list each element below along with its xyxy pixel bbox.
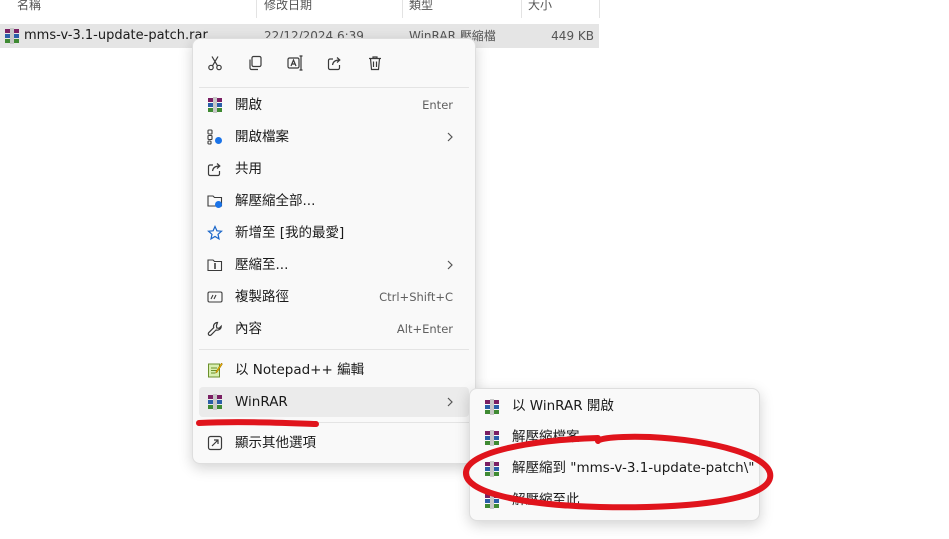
menu-item-label: WinRAR <box>235 394 288 410</box>
column-header-modified[interactable]: 修改日期 <box>264 0 312 16</box>
winrar-icon <box>484 493 500 509</box>
menu-item-copy-path[interactable]: 複製路徑 Ctrl+Shift+C <box>199 282 469 312</box>
column-header-type[interactable]: 類型 <box>409 0 433 16</box>
open-with-icon <box>207 129 222 145</box>
submenu-item-extract-to-folder[interactable]: 解壓縮到 "mms-v-3.1-update-patch\" <box>476 453 755 484</box>
chevron-right-icon <box>447 397 453 407</box>
context-menu: 開啟 Enter 開啟檔案 共用 解壓縮全部... 新增至 [我的最愛] 壓縮至… <box>192 38 476 464</box>
submenu-item-open-with-winrar[interactable]: 以 WinRAR 開啟 <box>476 391 753 422</box>
cut-button[interactable] <box>203 51 227 75</box>
menu-item-share[interactable]: 共用 <box>199 154 469 184</box>
menu-item-compress-to[interactable]: 壓縮至... <box>199 250 469 280</box>
menu-item-label: 開啟 <box>235 97 262 113</box>
notepadpp-icon <box>208 362 223 378</box>
column-header-name[interactable]: 名稱 <box>17 0 41 16</box>
column-divider[interactable] <box>402 0 403 18</box>
column-header-bar: 名稱 修改日期 類型 大小 <box>0 0 600 18</box>
winrar-icon <box>207 97 223 113</box>
menu-item-label: 開啟檔案 <box>235 129 289 145</box>
delete-button[interactable] <box>363 51 387 75</box>
cut-icon <box>208 56 222 71</box>
menu-item-label: 內容 <box>235 321 262 337</box>
menu-item-shortcut: Ctrl+Shift+C <box>379 290 453 304</box>
menu-item-label: 顯示其他選項 <box>235 435 316 451</box>
menu-item-label: 以 Notepad++ 編輯 <box>235 362 365 378</box>
menu-item-label: 新增至 [我的最愛] <box>235 225 345 241</box>
copy-button[interactable] <box>243 51 267 75</box>
winrar-icon <box>484 461 500 477</box>
menu-item-winrar[interactable]: WinRAR <box>199 387 469 417</box>
winrar-icon <box>207 394 223 410</box>
menu-item-shortcut: Alt+Enter <box>396 322 453 336</box>
menu-item-label: 解壓縮全部... <box>235 193 316 209</box>
menu-item-add-favorites[interactable]: 新增至 [我的最愛] <box>199 218 469 248</box>
menu-item-label: 壓縮至... <box>235 257 289 273</box>
file-name: mms-v-3.1-update-patch.rar <box>24 28 208 43</box>
menu-item-open[interactable]: 開啟 Enter <box>199 90 469 120</box>
menu-item-open-with[interactable]: 開啟檔案 <box>199 122 469 152</box>
menu-item-show-more-options[interactable]: 顯示其他選項 <box>199 428 469 458</box>
column-header-size[interactable]: 大小 <box>528 0 552 16</box>
submenu-item-label: 以 WinRAR 開啟 <box>512 398 614 414</box>
menu-item-extract-all[interactable]: 解壓縮全部... <box>199 186 469 216</box>
rename-button[interactable] <box>283 51 307 75</box>
copy-icon <box>249 55 262 71</box>
menu-item-label: 複製路徑 <box>235 289 289 305</box>
star-icon <box>207 225 223 241</box>
submenu-item-extract-here[interactable]: 解壓縮至此 <box>476 485 753 516</box>
winrar-icon <box>484 399 500 415</box>
submenu-item-label: 解壓縮到 "mms-v-3.1-update-patch\" <box>512 460 755 476</box>
menu-item-shortcut: Enter <box>422 98 453 112</box>
column-divider[interactable] <box>599 0 600 18</box>
submenu-item-label: 解壓縮檔案... <box>512 429 593 445</box>
winrar-file-icon <box>4 28 20 44</box>
winrar-submenu: 以 WinRAR 開啟 解壓縮檔案... 解壓縮到 "mms-v-3.1-upd… <box>469 388 760 521</box>
file-size: 449 KB <box>551 29 594 43</box>
chevron-right-icon <box>447 260 453 270</box>
winrar-icon <box>484 430 500 446</box>
copy-path-icon <box>207 291 223 303</box>
more-options-icon <box>207 435 223 451</box>
delete-icon <box>369 56 381 71</box>
chevron-right-icon <box>447 132 453 142</box>
wrench-icon <box>207 321 222 336</box>
extract-all-icon <box>207 195 223 208</box>
submenu-item-label: 解壓縮至此 <box>512 492 580 508</box>
menu-separator <box>199 349 469 350</box>
share-icon <box>327 57 341 71</box>
column-divider[interactable] <box>256 0 257 18</box>
menu-item-label: 共用 <box>235 161 262 177</box>
menu-separator <box>199 422 469 423</box>
submenu-item-extract-files[interactable]: 解壓縮檔案... <box>476 422 753 453</box>
share-button[interactable] <box>323 51 347 75</box>
menu-item-properties[interactable]: 內容 Alt+Enter <box>199 314 469 344</box>
column-divider[interactable] <box>521 0 522 18</box>
compress-icon <box>207 259 223 272</box>
rename-icon <box>287 55 303 71</box>
menu-separator <box>199 87 469 88</box>
menu-item-notepadpp[interactable]: 以 Notepad++ 編輯 <box>199 355 469 385</box>
share-icon <box>207 163 221 177</box>
context-menu-toolbar <box>193 39 475 87</box>
